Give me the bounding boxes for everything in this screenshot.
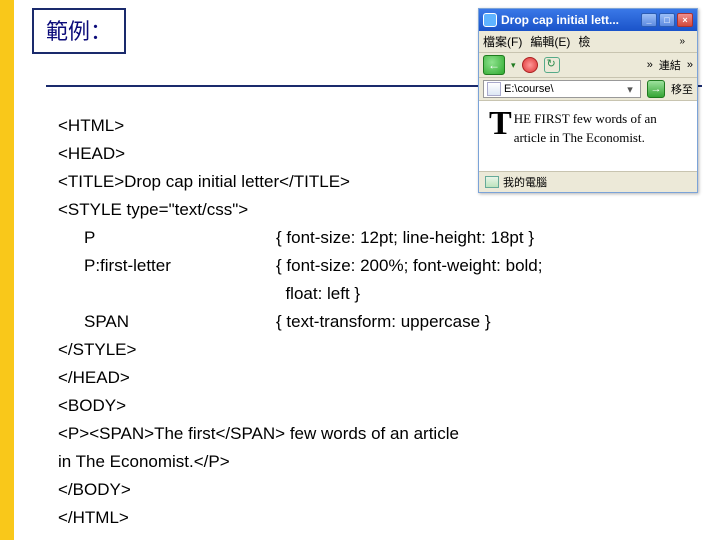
address-box[interactable]: E:\course\ ▾: [483, 80, 641, 98]
window-buttons: _ □ ×: [641, 13, 693, 27]
code-line: <STYLE type="text/css">: [58, 196, 696, 224]
code-line: <TITLE>Drop cap initial letter</TITLE>: [58, 168, 696, 196]
example-label-box: 範例：: [32, 8, 126, 54]
menu-overflow-chevron[interactable]: »: [679, 36, 685, 47]
example-label: 範例：: [46, 19, 112, 44]
titlebar: Drop cap initial lett... _ □ ×: [479, 9, 697, 31]
address-text: E:\course\: [504, 83, 623, 95]
selector-span: SPAN: [58, 308, 276, 336]
go-button[interactable]: [647, 80, 665, 98]
close-button[interactable]: ×: [677, 13, 693, 27]
stop-button[interactable]: [522, 57, 538, 73]
code-line: <HTML>: [58, 112, 696, 140]
selector-p-first-letter: P:first-letter: [58, 252, 276, 280]
menu-file[interactable]: 檔案(F): [483, 33, 522, 50]
links-label[interactable]: 連結: [659, 57, 681, 73]
code-line: in The Economist.</P>: [58, 448, 696, 476]
nav-toolbar: ▾ » 連結 »: [479, 53, 697, 78]
menubar: 檔案(F) 編輯(E) 檢 »: [479, 31, 697, 53]
code-line: P:first-letter{ font-size: 200%; font-we…: [58, 252, 696, 280]
window-title: Drop cap initial lett...: [501, 13, 619, 27]
address-dropdown-icon[interactable]: ▾: [623, 83, 637, 96]
slide: 範例： Drop cap initial lett... _ □ × 檔案(F)…: [0, 0, 720, 540]
code-line: </HTML>: [58, 504, 696, 532]
decl-pfl1: { font-size: 200%; font-weight: bold;: [276, 256, 543, 275]
minimize-button[interactable]: _: [641, 13, 657, 27]
maximize-button[interactable]: □: [659, 13, 675, 27]
menu-edit[interactable]: 編輯(E): [530, 33, 570, 50]
nav-overflow-chevron[interactable]: »: [647, 59, 653, 71]
code-line: <HEAD>: [58, 140, 696, 168]
decl-pfl2: float: left }: [276, 284, 360, 303]
code-listing: <HTML> <HEAD> <TITLE>Drop cap initial le…: [58, 112, 696, 532]
selector-p: P: [58, 224, 276, 252]
code-line: SPAN{ text-transform: uppercase }: [58, 308, 696, 336]
links-overflow-chevron[interactable]: »: [687, 59, 693, 71]
decl-span: { text-transform: uppercase }: [276, 312, 491, 331]
code-line: <BODY>: [58, 392, 696, 420]
page-icon: [487, 82, 501, 96]
code-line: <P><SPAN>The first</SPAN> few words of a…: [58, 420, 696, 448]
menu-view[interactable]: 檢: [578, 33, 590, 50]
code-line: P{ font-size: 12pt; line-height: 18pt }: [58, 224, 696, 252]
back-button[interactable]: [483, 55, 505, 75]
refresh-button[interactable]: [544, 57, 560, 73]
code-line: </BODY>: [58, 476, 696, 504]
address-toolbar: E:\course\ ▾ 移至: [479, 78, 697, 101]
code-line: </HEAD>: [58, 364, 696, 392]
code-line: float: left }: [58, 280, 696, 308]
code-line: </STYLE>: [58, 336, 696, 364]
decl-p: { font-size: 12pt; line-height: 18pt }: [276, 228, 534, 247]
ie-icon: [483, 13, 497, 27]
go-label: 移至: [671, 81, 693, 97]
back-dropdown-icon[interactable]: ▾: [511, 60, 516, 71]
